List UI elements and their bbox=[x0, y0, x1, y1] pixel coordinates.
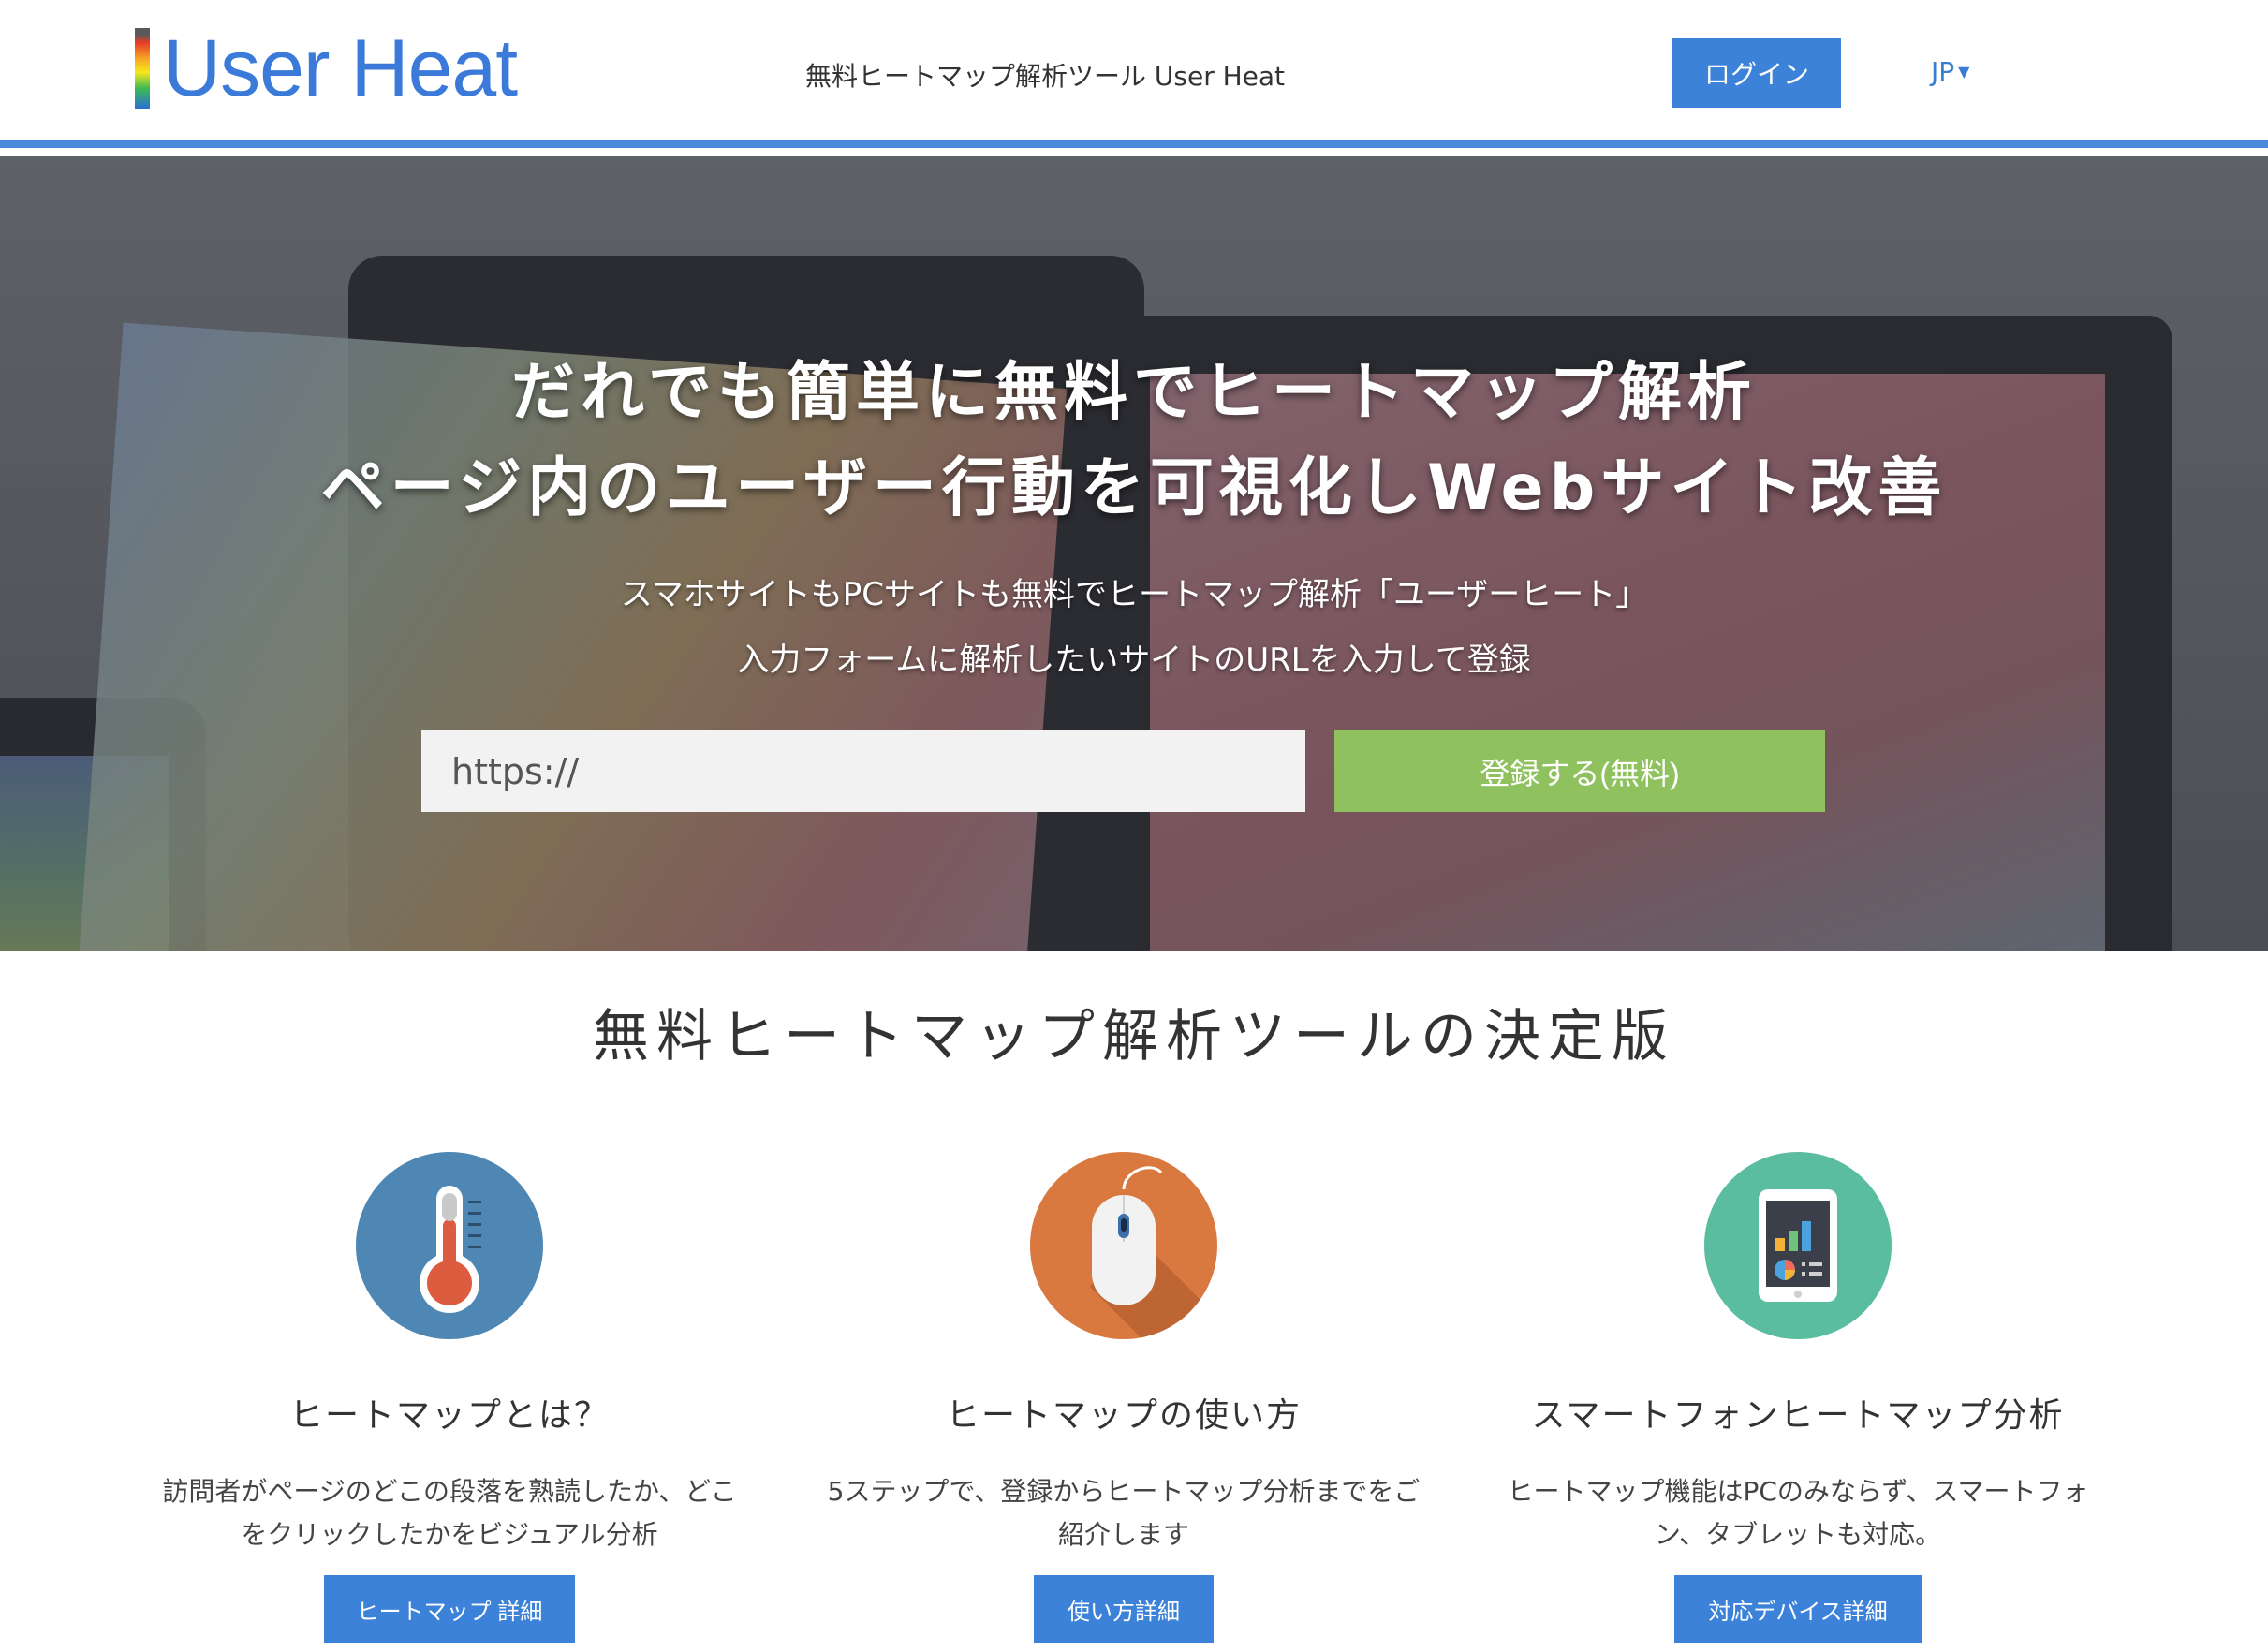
feature-smartphone-analysis: スマートフォンヒートマップ分析 ヒートマップ機能はPCのみならず、スマートフォン… bbox=[1461, 1152, 2135, 1643]
logo-text: User Heat bbox=[163, 23, 518, 113]
hero-title-line2: ページ内のユーザー行動を可視化しWebサイト改善 bbox=[320, 451, 1948, 525]
register-button[interactable]: 登録する(無料) bbox=[1334, 730, 1825, 812]
feature-title: ヒートマップの使い方 bbox=[945, 1396, 1302, 1435]
feature-title: スマートフォンヒートマップ分析 bbox=[1531, 1396, 2065, 1435]
caret-down-icon: ▼ bbox=[1958, 63, 1970, 81]
site-header: User Heat 無料ヒートマップ解析ツール User Heat ログイン J… bbox=[0, 0, 2268, 148]
hero-title-line1: だれでも簡単に無料でヒートマップ解析 bbox=[511, 356, 1757, 430]
hero-subtitle-line1: スマホサイトもPCサイトも無料でヒートマップ解析「ユーザーヒート」 bbox=[620, 576, 1648, 613]
feature-description: 訪問者がページのどこの段落を熟読したか、どこをクリックしたかをビジュアル分析 bbox=[162, 1476, 737, 1550]
url-input[interactable] bbox=[421, 730, 1305, 812]
feature-heatmap-about: ヒートマップとは？ 訪問者がページのどこの段落を熟読したか、どこをクリックしたか… bbox=[112, 1152, 787, 1643]
feature-title: ヒートマップとは？ bbox=[288, 1396, 610, 1435]
mouse-icon bbox=[1030, 1152, 1217, 1339]
feature-how-to-use: ヒートマップの使い方 5ステップで、登録からヒートマップ分析までをご紹介します … bbox=[787, 1152, 1461, 1643]
hero-subtitle-line2: 入力フォームに解析したいサイトのURLを入力して登録 bbox=[737, 642, 1531, 679]
language-label: JP bbox=[1931, 56, 1955, 87]
device-details-button[interactable]: 対応デバイス詳細 bbox=[1674, 1575, 1922, 1643]
hero-overlay bbox=[0, 156, 2268, 951]
header-tagline: 無料ヒートマップ解析ツール User Heat bbox=[805, 61, 1286, 92]
login-button[interactable]: ログイン bbox=[1672, 38, 1841, 108]
tablet-chart-icon bbox=[1704, 1152, 1892, 1339]
heat-gradient-icon bbox=[135, 28, 150, 109]
thermometer-icon bbox=[356, 1152, 543, 1339]
usage-details-button[interactable]: 使い方詳細 bbox=[1034, 1575, 1214, 1643]
section-title: 無料ヒートマップ解析ツールの決定版 bbox=[593, 1004, 1675, 1069]
feature-description: ヒートマップ機能はPCのみならず、スマートフォン、タブレットも対応。 bbox=[1507, 1476, 2089, 1550]
feature-description: 5ステップで、登録からヒートマップ分析までをご紹介します bbox=[827, 1476, 1421, 1550]
hero-section: だれでも簡単に無料でヒートマップ解析 ページ内のユーザー行動を可視化しWebサイ… bbox=[0, 156, 2268, 951]
logo[interactable]: User Heat bbox=[135, 23, 518, 113]
language-selector[interactable]: JP ▼ bbox=[1931, 56, 1969, 87]
heatmap-details-button[interactable]: ヒートマップ 詳細 bbox=[324, 1575, 575, 1643]
